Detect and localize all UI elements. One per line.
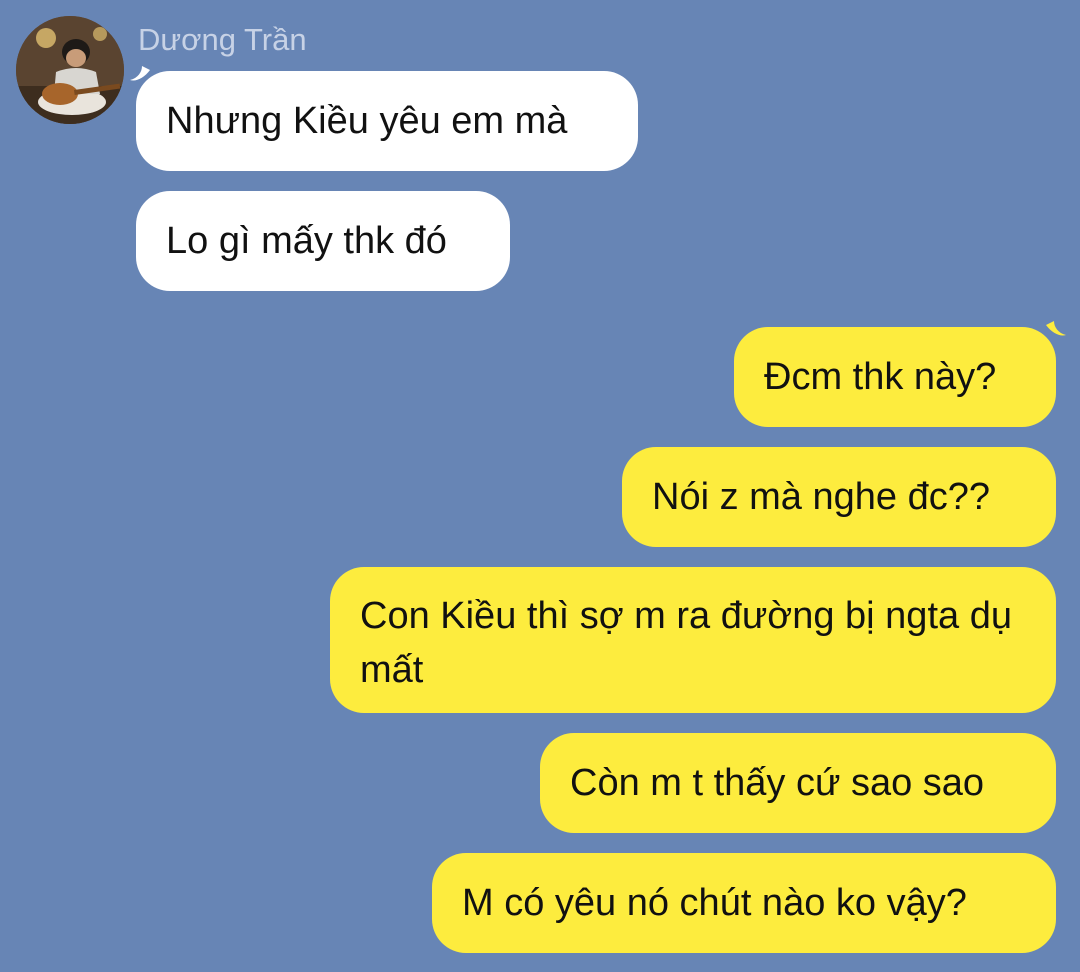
message-bubble-outgoing[interactable]: Nói z mà nghe đc?? (622, 447, 1056, 547)
message-text: Con Kiều thì sợ m ra đường bị ngta dụ mấ… (360, 595, 1012, 691)
message-bubble-outgoing[interactable]: M có yêu nó chút nào ko vậy? (432, 853, 1056, 953)
avatar-photo-icon (16, 16, 124, 124)
outgoing-bubble-tail-icon (1046, 321, 1066, 336)
message-text: Còn m t thấy cứ sao sao (570, 762, 985, 804)
message-bubble-incoming[interactable]: Nhưng Kiều yêu em mà (136, 71, 638, 171)
message-bubble-outgoing[interactable]: Còn m t thấy cứ sao sao (540, 733, 1056, 833)
message-bubble-outgoing[interactable]: Đcm thk này? (734, 327, 1056, 427)
message-text: Nhưng Kiều yêu em mà (166, 100, 568, 142)
avatar[interactable] (16, 16, 124, 124)
message-text: M có yêu nó chút nào ko vậy? (462, 882, 967, 924)
message-bubble-outgoing[interactable]: Con Kiều thì sợ m ra đường bị ngta dụ mấ… (330, 567, 1056, 713)
sender-name: Dương Trần (138, 22, 307, 57)
message-text: Đcm thk này? (764, 356, 997, 398)
message-text: Nói z mà nghe đc?? (652, 476, 990, 518)
message-text: Lo gì mấy thk đó (166, 220, 447, 262)
message-bubble-incoming[interactable]: Lo gì mấy thk đó (136, 191, 510, 291)
